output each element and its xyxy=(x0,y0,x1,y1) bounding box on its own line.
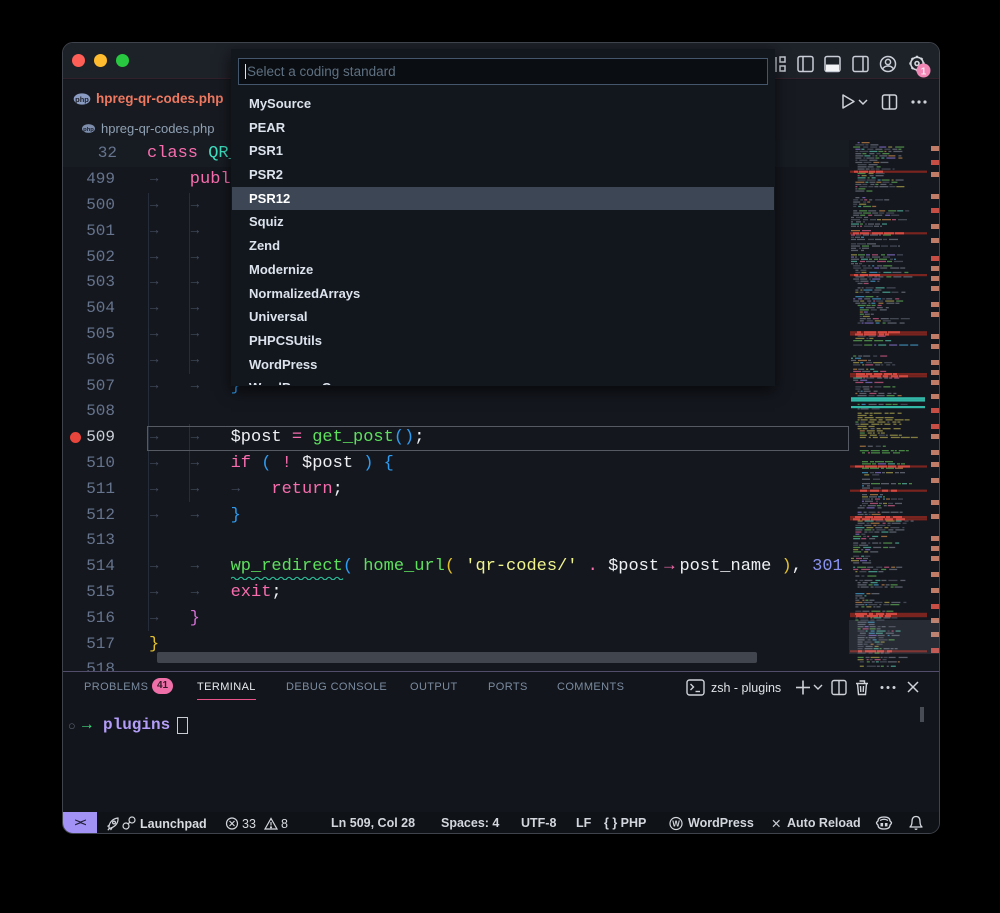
svg-text:php: php xyxy=(83,127,94,133)
svg-text:php: php xyxy=(75,95,89,104)
svg-text:8: 8 xyxy=(281,817,288,831)
svg-text:W: W xyxy=(672,820,680,829)
svg-text:33: 33 xyxy=(242,817,256,831)
svg-text:1: 1 xyxy=(921,67,927,78)
svg-text:Launchpad: Launchpad xyxy=(140,817,207,831)
svg-text:zsh - plugins: zsh - plugins xyxy=(711,681,781,695)
